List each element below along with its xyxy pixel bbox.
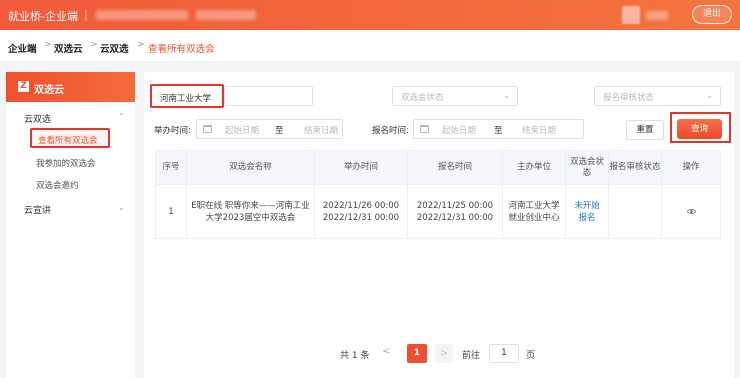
sidebar: Z 双选云 云双选 ⌃ 查看所有双选会 我参加的双选会 双选会邀约 云宣讲 ⌄ xyxy=(6,72,135,378)
top-bar: 就业桥-企业端 | 退出 xyxy=(0,0,740,30)
pagination-goto-input[interactable]: 1 xyxy=(489,344,519,363)
review-status-select-value: 报名审核状态 xyxy=(603,93,655,103)
signup-time-label: 报名时间: xyxy=(372,126,409,136)
hold-range-separator: 至 xyxy=(275,126,284,136)
sidebar-item-all-fairs[interactable]: 查看所有双选会 xyxy=(30,128,110,148)
pagination-goto-label: 前往 xyxy=(462,351,481,361)
hold-time-range-picker[interactable]: 起始日期 至 结束日期 xyxy=(196,119,343,139)
breadcrumb-item-cloud-fair[interactable]: 云双选 xyxy=(100,41,129,55)
table-row: 1 E职在线 职等你来——河南工业大学2023届空中双选会 2022/11/26… xyxy=(155,184,721,239)
cell-signup-time: 2022/11/25 00:00 2022/12/31 00:00 xyxy=(407,184,503,239)
calendar-icon xyxy=(420,125,429,133)
fair-table: 序号 双选会名称 举办时间 报名时间 主办单位 双选会状态 报名审核状态 操作 … xyxy=(155,150,721,239)
school-search-input-extension[interactable] xyxy=(224,86,313,106)
sidebar-group-cloud-talk[interactable]: 云宣讲 xyxy=(24,203,51,216)
logo-icon: Z xyxy=(18,81,29,92)
signup-end: 2022/12/31 00:00 xyxy=(416,212,494,223)
redacted-user-name xyxy=(646,11,668,20)
signup-end-date[interactable]: 结束日期 xyxy=(522,124,556,136)
breadcrumb-item-enterprise[interactable]: 企业端 xyxy=(8,41,37,55)
sidebar-title: 双选云 xyxy=(34,85,64,96)
cell-index: 1 xyxy=(155,184,187,239)
status-text: 未开始报名 xyxy=(574,200,600,223)
breadcrumb-item-current: 查看所有双选会 xyxy=(148,44,215,55)
signup-start-date[interactable]: 起始日期 xyxy=(442,124,476,136)
cell-fair-name: E职在线 职等你来——河南工业大学2023届空中双选会 xyxy=(186,184,315,239)
fair-status-select[interactable]: 双选会状态 ⌄ xyxy=(392,86,518,106)
hold-start-date[interactable]: 起始日期 xyxy=(225,124,259,136)
col-header-signup-time: 报名时间 xyxy=(407,150,503,185)
pagination-goto-suffix: 页 xyxy=(526,351,536,361)
breadcrumb-item-cloud[interactable]: 双选云 xyxy=(54,41,83,55)
sidebar-item-my-fairs[interactable]: 我参加的双选会 xyxy=(36,157,96,169)
review-status-select[interactable]: 报名审核状态 ⌄ xyxy=(594,86,721,106)
cell-organizer: 河南工业大学就业创业中心 xyxy=(502,184,566,239)
reset-button[interactable]: 重置 xyxy=(626,120,664,140)
cell-status: 未开始报名 xyxy=(565,184,609,239)
pagination-next-button[interactable]: > xyxy=(435,344,453,363)
redacted-company-name xyxy=(196,10,256,20)
col-header-action: 操作 xyxy=(661,150,721,185)
main-panel: 河南工业大学 双选会状态 ⌄ 报名审核状态 ⌄ 举办时间: 起始日期 至 结束日… xyxy=(144,72,734,378)
sidebar-item-invitations[interactable]: 双选会邀约 xyxy=(36,179,79,191)
hold-end: 2022/12/31 00:00 xyxy=(322,212,400,223)
hold-start: 2022/11/26 00:00 xyxy=(322,200,400,211)
redacted-company-name xyxy=(96,10,188,20)
query-button[interactable]: 查询 xyxy=(677,119,722,139)
brand-separator: | xyxy=(84,8,88,21)
pagination-total: 共 1 条 xyxy=(340,351,370,361)
col-header-status: 双选会状态 xyxy=(565,150,609,185)
col-header-index: 序号 xyxy=(155,150,187,185)
breadcrumb-arrow: > xyxy=(137,40,145,50)
pagination-page-1[interactable]: 1 xyxy=(407,344,427,363)
cell-hold-time: 2022/11/26 00:00 2022/12/31 00:00 xyxy=(314,184,408,239)
col-header-hold-time: 举办时间 xyxy=(314,150,408,185)
table-header-row: 序号 双选会名称 举办时间 报名时间 主办单位 双选会状态 报名审核状态 操作 xyxy=(155,150,721,185)
chevron-down-icon: ⌄ xyxy=(503,91,510,100)
school-search-input[interactable]: 河南工业大学 xyxy=(150,84,224,108)
chevron-up-icon[interactable]: ⌃ xyxy=(118,112,125,121)
pagination-prev-button[interactable]: < xyxy=(382,346,390,357)
fair-status-select-value: 双选会状态 xyxy=(401,93,444,103)
cell-action xyxy=(661,184,721,239)
col-header-review-status: 报名审核状态 xyxy=(608,150,662,185)
logout-button[interactable]: 退出 xyxy=(692,5,732,24)
col-header-organizer: 主办单位 xyxy=(502,150,566,185)
hold-end-date[interactable]: 结束日期 xyxy=(304,124,338,136)
hold-time-label: 举办时间: xyxy=(154,126,191,136)
signup-time-range-picker[interactable]: 起始日期 至 结束日期 xyxy=(413,119,584,139)
breadcrumb-arrow: > xyxy=(44,40,52,50)
col-header-name: 双选会名称 xyxy=(186,150,315,185)
eye-icon[interactable] xyxy=(686,208,696,214)
signup-start: 2022/11/25 00:00 xyxy=(416,200,494,211)
chevron-down-icon: ⌄ xyxy=(706,91,713,100)
avatar[interactable] xyxy=(622,6,640,24)
sidebar-group-cloud-fair[interactable]: 云双选 xyxy=(24,112,51,125)
sidebar-header[interactable]: Z 双选云 xyxy=(6,72,135,102)
chevron-down-icon[interactable]: ⌄ xyxy=(118,203,125,212)
breadcrumb: 企业端 > 双选云 > 云双选 > 查看所有双选会 xyxy=(0,30,740,62)
breadcrumb-arrow: > xyxy=(90,40,98,50)
cell-review-status xyxy=(608,184,662,239)
brand-title: 就业桥-企业端 xyxy=(8,10,78,23)
calendar-icon xyxy=(203,125,212,133)
signup-range-separator: 至 xyxy=(494,126,503,136)
